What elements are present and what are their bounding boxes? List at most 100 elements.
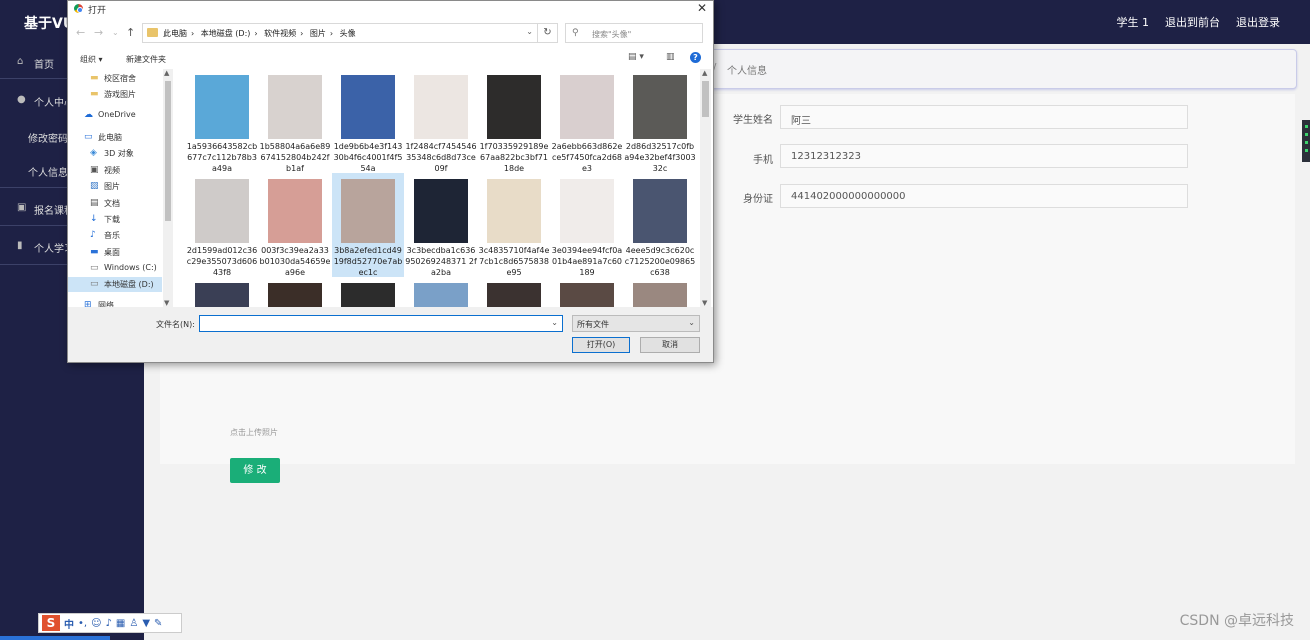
path-segment[interactable]: 此电脑 xyxy=(163,29,187,38)
file-item[interactable] xyxy=(624,277,696,307)
user-icon: ● xyxy=(17,94,26,105)
sogou-logo-icon[interactable]: S xyxy=(42,615,60,631)
new-folder-button[interactable]: 新建文件夹 xyxy=(126,54,166,65)
scroll-down-icon[interactable]: ▼ xyxy=(702,299,707,307)
organize-button[interactable]: 组织 ▾ xyxy=(80,54,103,65)
nav-item[interactable]: ↓ 下载 xyxy=(68,212,162,227)
id-card-field[interactable]: 441402000000000000 xyxy=(780,184,1188,208)
file-name: 3b8a2efed1cd4919f8d52770e7abec1c xyxy=(333,246,403,277)
nav-item[interactable]: ▤ 文档 xyxy=(68,196,162,211)
file-item[interactable]: 2a6ebb663d862ece5f7450fca2d68e3 xyxy=(551,69,623,173)
nav-item[interactable]: ☁ OneDrive xyxy=(68,108,162,123)
image-thumbnail xyxy=(414,75,468,139)
keyboard-icon[interactable]: ▦ xyxy=(116,618,125,629)
nav-item[interactable]: ♪ 音乐 xyxy=(68,228,162,243)
scroll-thumb[interactable] xyxy=(165,81,171,221)
nav-item[interactable]: ▨ 图片 xyxy=(68,179,162,194)
back-arrow-icon[interactable]: ← xyxy=(76,26,85,39)
up-arrow-icon[interactable]: ↑ xyxy=(126,26,135,39)
help-icon[interactable]: ? xyxy=(690,52,701,63)
file-item[interactable]: 1b58804a6a6e89674152804b242fb1af xyxy=(259,69,331,173)
file-item[interactable]: 2d86d32517c0fba94e32bef4f300332c xyxy=(624,69,696,173)
nav-item[interactable]: ▭ Windows (C:) xyxy=(68,261,162,276)
nav-item-label: 文档 xyxy=(104,199,120,208)
file-item[interactable] xyxy=(405,277,477,307)
logout-link[interactable]: 退出登录 xyxy=(1236,14,1280,30)
image-thumbnail xyxy=(560,179,614,243)
filetype-select[interactable]: 所有文件 ⌄ xyxy=(572,315,700,332)
preview-pane-icon[interactable]: ▥ xyxy=(666,52,675,62)
file-item[interactable]: 3b8a2efed1cd4919f8d52770e7abec1c xyxy=(332,173,404,277)
back-to-frontend-link[interactable]: 退出到前台 xyxy=(1165,14,1220,30)
microphone-icon[interactable]: ♪ xyxy=(106,618,112,629)
edit-button[interactable]: 修 改 xyxy=(230,458,280,483)
user-icon[interactable]: ♙ xyxy=(129,618,138,629)
file-item[interactable] xyxy=(186,277,258,307)
cancel-button[interactable]: 取消 xyxy=(640,337,700,353)
network-icon: ⊞ xyxy=(84,300,92,307)
refresh-icon[interactable]: ↻ xyxy=(538,23,558,43)
current-user-link[interactable]: 学生 1 xyxy=(1117,14,1150,30)
dialog-toolbar: 组织 ▾ 新建文件夹 ▤ ▾ ▥ ? xyxy=(68,49,713,69)
emoji-icon[interactable]: ☺ xyxy=(91,618,101,629)
close-icon[interactable]: ✕ xyxy=(697,1,707,15)
nav-item[interactable]: ▭ 此电脑 xyxy=(68,130,162,145)
file-item[interactable] xyxy=(551,277,623,307)
name-field[interactable]: 阿三 xyxy=(780,105,1188,129)
nav-item[interactable]: ▬ 校区宿舍 xyxy=(68,71,162,86)
path-segment[interactable]: 本地磁盘 (D:) xyxy=(201,29,251,38)
chevron-down-icon[interactable]: ⌄ xyxy=(551,318,558,327)
document-icon: ▤ xyxy=(90,198,99,208)
filename-input[interactable]: ⌄ xyxy=(199,315,563,332)
nav-item[interactable]: ◈ 3D 对象 xyxy=(68,146,162,161)
file-name: 1b58804a6a6e89674152804b242fb1af xyxy=(259,142,331,173)
nav-item[interactable]: ▭ 本地磁盘 (D:) xyxy=(68,277,162,292)
view-options-icon[interactable]: ▤ ▾ xyxy=(628,52,644,62)
open-button[interactable]: 打开(O) xyxy=(572,337,630,353)
path-segment[interactable]: 图片 xyxy=(310,29,326,38)
top-links: 学生 1 退出到前台 退出登录 xyxy=(1117,14,1281,30)
recent-chevron-icon[interactable]: ⌄ xyxy=(112,28,119,37)
skin-icon[interactable]: ▼ xyxy=(142,618,150,629)
nav-item[interactable]: ⊞ 网络 xyxy=(68,298,162,307)
address-bar[interactable]: 此电脑 › 本地磁盘 (D:) › 软件视频 › 图片 › 头像 ⌄ xyxy=(142,23,538,43)
file-item[interactable]: 003f3c39ea2a33b01030da54659ea96e xyxy=(259,173,331,277)
path-segment[interactable]: 头像 xyxy=(340,29,356,38)
nav-item[interactable]: ▬ 桌面 xyxy=(68,245,162,260)
file-item[interactable]: 1de9b6b4e3f14330b4f6c4001f4f554a xyxy=(332,69,404,173)
file-item[interactable]: 1a5936643582cb677c7c112b78b3a49a xyxy=(186,69,258,173)
file-name: 4eee5d9c3c620cc7125200e09865c638 xyxy=(624,246,696,277)
file-item[interactable]: 4eee5d9c3c620cc7125200e09865c638 xyxy=(624,173,696,277)
ime-mode-toggle[interactable]: 中 xyxy=(64,616,74,631)
file-item[interactable]: 1f70335929189e67aa822bc3bf7118de xyxy=(478,69,550,173)
file-item[interactable]: 3c4835710f4af4e7cb1c8d6575838e95 xyxy=(478,173,550,277)
forward-arrow-icon[interactable]: → xyxy=(94,26,103,39)
search-box[interactable]: ⚲ 搜索"头像" xyxy=(565,23,703,43)
scroll-up-icon[interactable]: ▲ xyxy=(702,69,707,77)
file-scrollbar[interactable]: ▲ ▼ xyxy=(700,69,711,307)
nav-item[interactable]: ▬ 游戏图片 xyxy=(68,87,162,102)
chevron-down-icon[interactable]: ⌄ xyxy=(526,27,533,36)
open-file-dialog: 打开 ✕ ← → ⌄ ↑ 此电脑 › 本地磁盘 (D:) › 软件视频 › 图片 › 头… xyxy=(67,0,714,363)
scroll-thumb[interactable] xyxy=(702,81,709,117)
path-segment[interactable]: 软件视频 xyxy=(264,29,296,38)
file-item[interactable] xyxy=(259,277,331,307)
image-thumbnail xyxy=(341,75,395,139)
nav-item[interactable]: ▣ 视频 xyxy=(68,163,162,178)
file-item[interactable]: 1f2484cf745454635348c6d8d73ce09f xyxy=(405,69,477,173)
scroll-down-icon[interactable]: ▼ xyxy=(164,299,169,307)
scroll-up-icon[interactable]: ▲ xyxy=(164,69,169,77)
file-item[interactable]: 3e0394ee94fcf0a01b4ae891a7c60189 xyxy=(551,173,623,277)
punctuation-icon[interactable]: •, xyxy=(78,618,87,629)
file-item[interactable]: 2d1599ad012c36c29e355073d60643f8 xyxy=(186,173,258,277)
file-item[interactable]: 3c3becdba1c636950269248371 2fa2ba xyxy=(405,173,477,277)
dialog-footer: 文件名(N): ⌄ 所有文件 ⌄ 打开(O) 取消 xyxy=(68,307,713,362)
nav-item-label: 视频 xyxy=(104,166,120,175)
wrench-icon[interactable]: ✎ xyxy=(154,618,162,629)
nav-scrollbar[interactable]: ▲ ▼ xyxy=(163,69,173,307)
file-item[interactable] xyxy=(332,277,404,307)
file-item[interactable] xyxy=(478,277,550,307)
breadcrumb-current[interactable]: 个人信息 xyxy=(727,62,767,77)
phone-field[interactable]: 12312312323 xyxy=(780,144,1188,168)
search-input[interactable]: 搜索"头像" xyxy=(592,29,631,40)
